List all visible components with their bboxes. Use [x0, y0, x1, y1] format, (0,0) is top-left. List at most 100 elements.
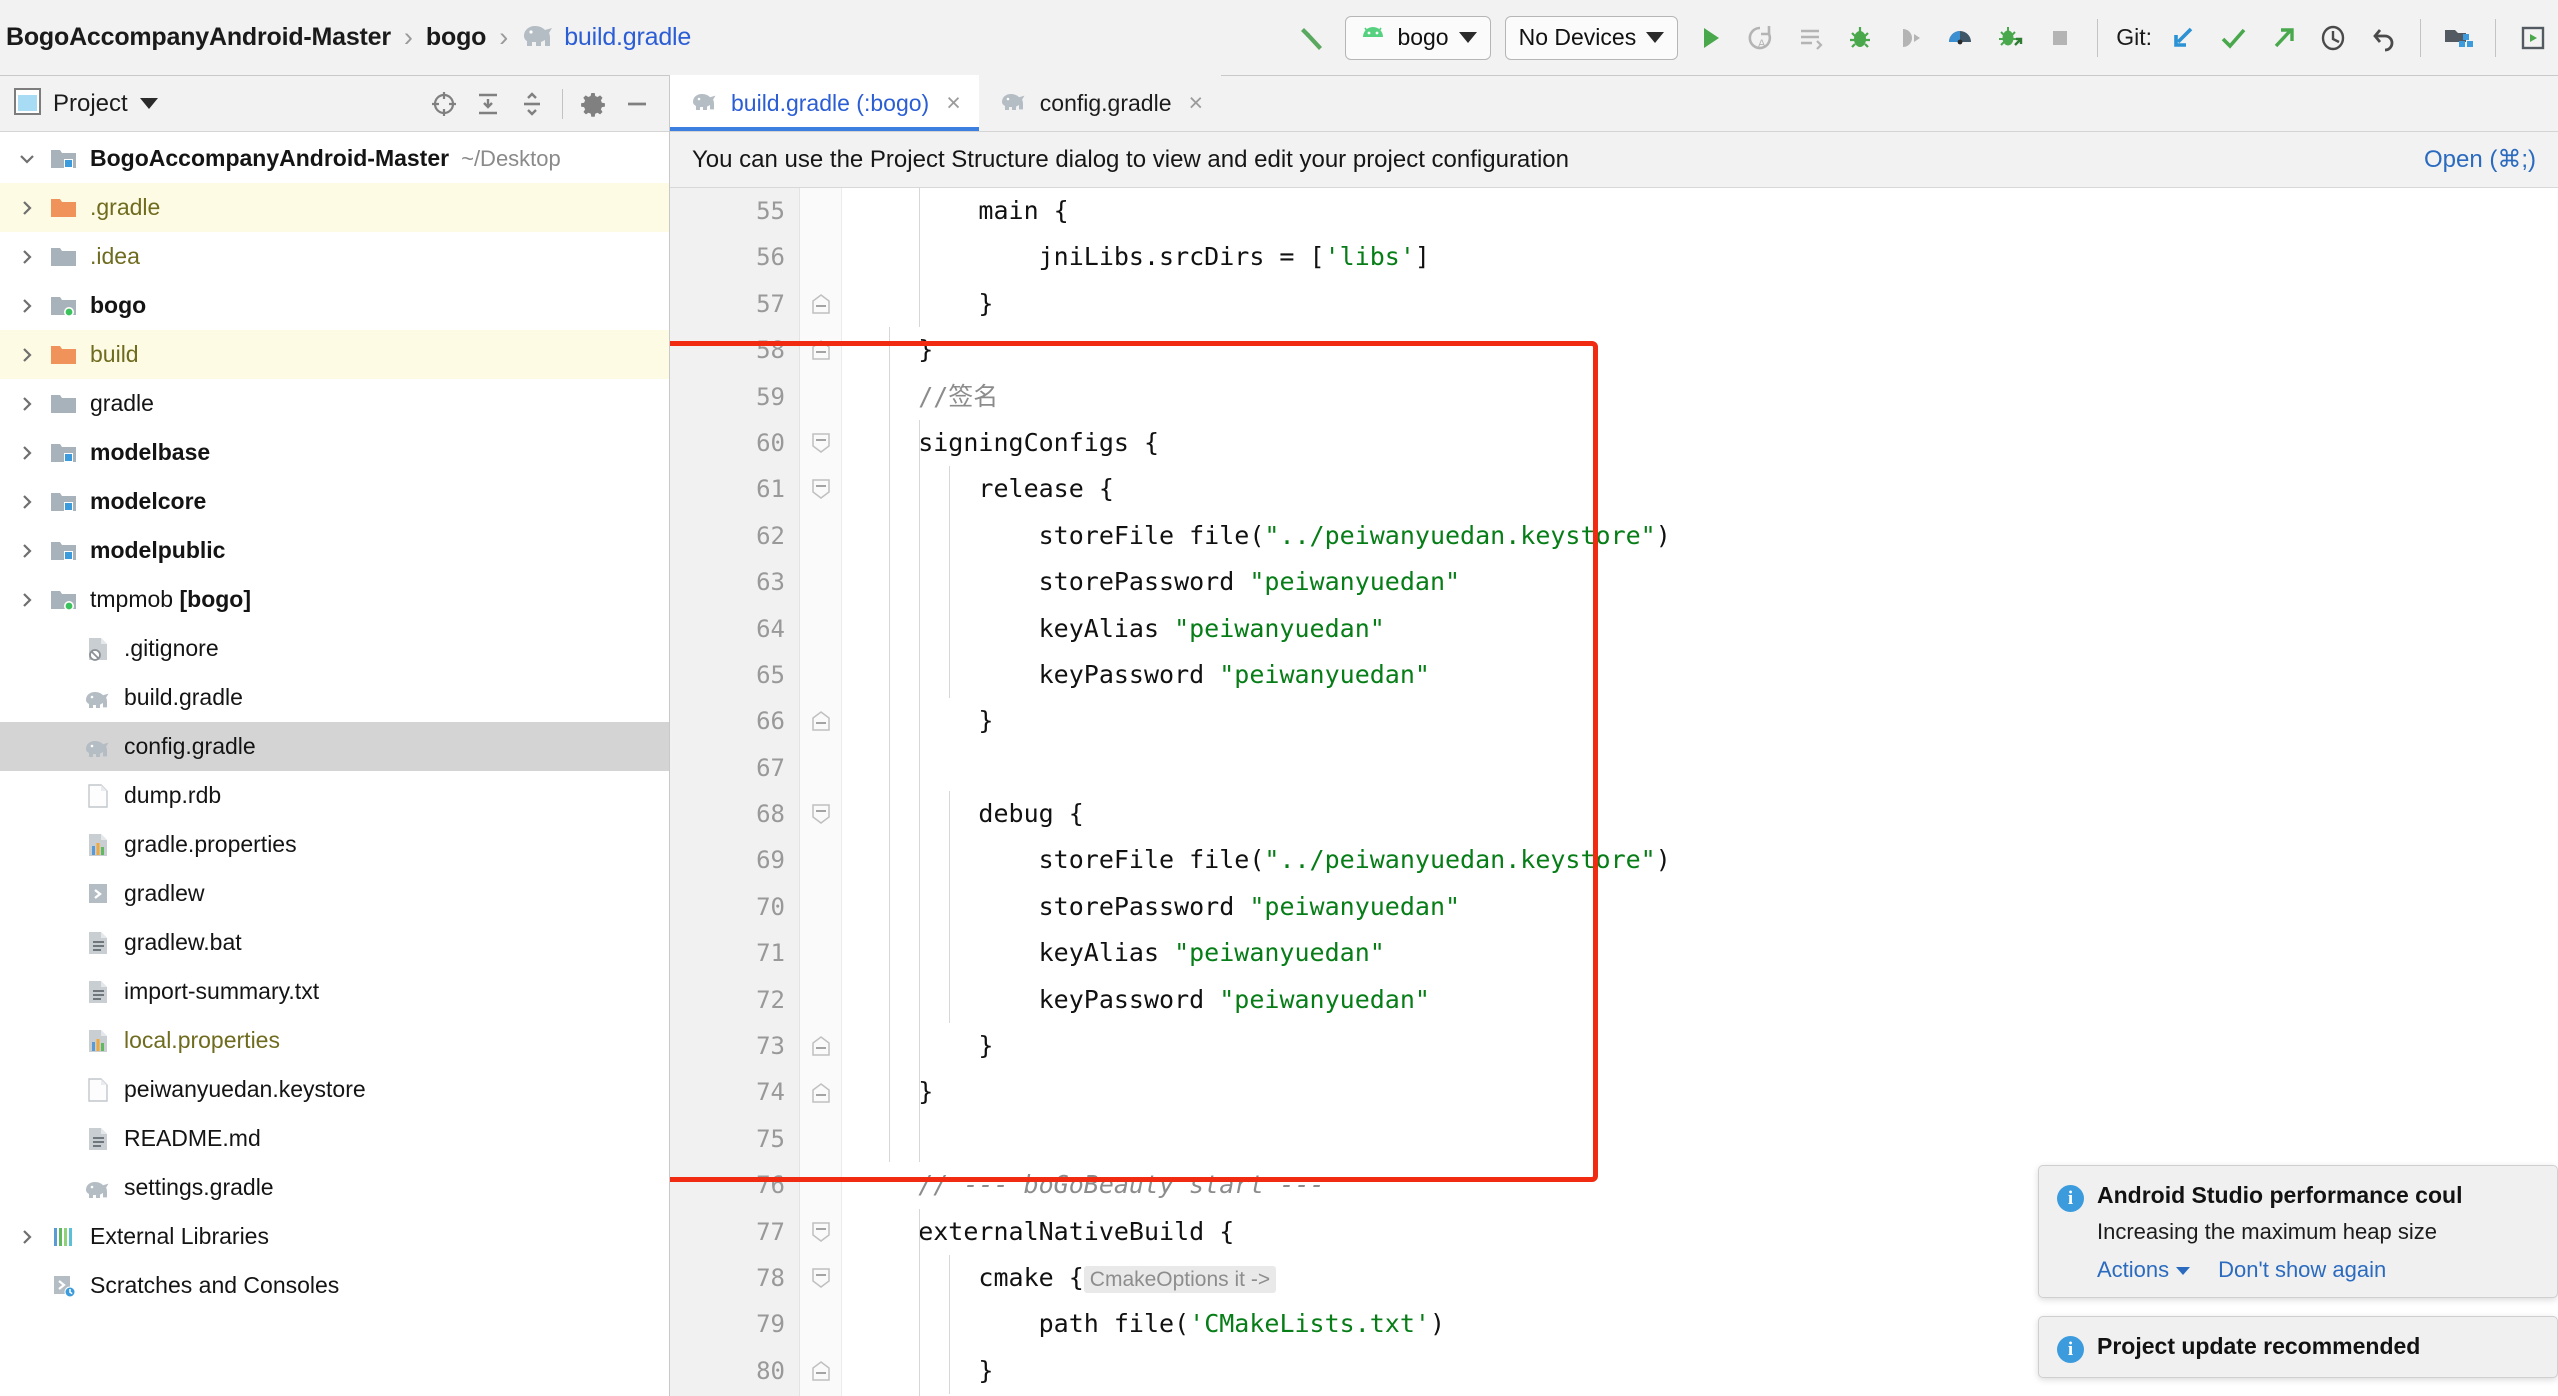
code-line[interactable]: } [858, 281, 2558, 327]
chevron-down-icon[interactable] [139, 98, 158, 109]
fold-start-icon[interactable] [810, 1221, 832, 1243]
update-project-icon[interactable] [2158, 10, 2208, 66]
tree-row[interactable]: gradle [0, 379, 669, 428]
code-line[interactable]: storeFile file("../peiwanyuedan.keystore… [858, 837, 2558, 883]
tree-row[interactable]: BogoAccompanyAndroid-Master ~/Desktop [0, 134, 669, 183]
code-line[interactable] [858, 745, 2558, 791]
code-line[interactable]: } [858, 1069, 2558, 1115]
fold-end-icon[interactable] [810, 293, 832, 315]
fold-end-icon[interactable] [810, 1082, 832, 1104]
code-line[interactable]: keyAlias "peiwanyuedan" [858, 606, 2558, 652]
chevron-right-icon[interactable] [10, 247, 44, 267]
notification-balloon[interactable]: i Android Studio performance coul Increasi… [2038, 1165, 2558, 1298]
close-icon[interactable]: × [946, 90, 961, 116]
code-line[interactable]: debug { [858, 791, 2558, 837]
breadcrumb-project[interactable]: BogoAccompanyAndroid-Master [6, 23, 391, 52]
notification-balloon[interactable]: i Project update recommended [2038, 1316, 2558, 1378]
code-editor[interactable]: 55 56 57 58 59 60 61 62 63 64 65 66 67 68 69 70 71 72 73 74… [670, 188, 2558, 1396]
editor-tabbar[interactable]: build.gradle (:bogo) × config.gradle × [670, 75, 2558, 132]
fold-end-icon[interactable] [810, 1035, 832, 1057]
chevron-right-icon[interactable] [10, 590, 44, 610]
tree-row[interactable]: build [0, 330, 669, 379]
code-line[interactable]: keyAlias "peiwanyuedan" [858, 930, 2558, 976]
tree-row[interactable]: import-summary.txt [0, 967, 669, 1016]
code-line[interactable]: storeFile file("../peiwanyuedan.keystore… [858, 513, 2558, 559]
code-line[interactable] [858, 1116, 2558, 1162]
chevron-right-icon[interactable] [10, 394, 44, 414]
code-line[interactable]: storePassword "peiwanyuedan" [858, 559, 2558, 605]
tree-row[interactable]: tmpmob [bogo] [0, 575, 669, 624]
fold-start-icon[interactable] [810, 1267, 832, 1289]
code-line[interactable]: } [858, 698, 2558, 744]
run-configuration-selector[interactable]: bogo [1345, 15, 1491, 60]
code-line[interactable]: } [858, 1023, 2558, 1069]
apply-code-changes-icon[interactable] [1785, 10, 1835, 66]
tree-row[interactable]: Scratches and Consoles [0, 1261, 669, 1310]
breadcrumb-module[interactable]: bogo [426, 23, 486, 52]
fold-start-icon[interactable] [810, 803, 832, 825]
run-icon[interactable] [1685, 10, 1735, 66]
fold-end-icon[interactable] [810, 710, 832, 732]
tree-row[interactable]: settings.gradle [0, 1163, 669, 1212]
profiler-icon[interactable] [1935, 10, 1985, 66]
hide-panel-icon[interactable] [615, 82, 659, 126]
stop-icon[interactable] [2035, 10, 2085, 66]
history-icon[interactable] [2308, 10, 2358, 66]
expand-all-icon[interactable] [466, 82, 510, 126]
code-line[interactable]: //签名 [858, 374, 2558, 420]
rollback-icon[interactable] [2358, 10, 2408, 66]
project-tree[interactable]: BogoAccompanyAndroid-Master ~/Desktop .gra… [0, 132, 669, 1396]
device-manager-icon[interactable] [2433, 10, 2483, 66]
chevron-down-icon[interactable] [10, 149, 44, 169]
close-icon[interactable]: × [1189, 90, 1204, 116]
chevron-right-icon[interactable] [10, 345, 44, 365]
push-icon[interactable] [2258, 10, 2308, 66]
tree-row[interactable]: bogo [0, 281, 669, 330]
tree-row[interactable]: .idea [0, 232, 669, 281]
tree-row[interactable]: modelbase [0, 428, 669, 477]
notification-action-link[interactable]: Actions [2097, 1257, 2191, 1283]
code-line[interactable]: keyPassword "peiwanyuedan" [858, 977, 2558, 1023]
commit-icon[interactable] [2208, 10, 2258, 66]
fold-start-icon[interactable] [810, 432, 832, 454]
code-line[interactable]: keyPassword "peiwanyuedan" [858, 652, 2558, 698]
tree-row[interactable]: gradlew [0, 869, 669, 918]
device-selector[interactable]: No Devices [1504, 15, 1679, 60]
code-line[interactable]: jniLibs.srcDirs = ['libs'] [858, 234, 2558, 280]
editor-tab[interactable]: config.gradle × [978, 75, 1222, 131]
tree-row[interactable]: peiwanyuedan.keystore [0, 1065, 669, 1114]
tree-row[interactable]: README.md [0, 1114, 669, 1163]
tree-row[interactable]: modelcore [0, 477, 669, 526]
tree-row[interactable]: modelpublic [0, 526, 669, 575]
tree-row[interactable]: gradle.properties [0, 820, 669, 869]
code-folding-column[interactable] [800, 188, 842, 1396]
tree-row[interactable]: gradlew.bat [0, 918, 669, 967]
chevron-right-icon[interactable] [10, 443, 44, 463]
hammer-icon[interactable] [1288, 10, 1338, 66]
tree-row[interactable]: .gitignore [0, 624, 669, 673]
code-line[interactable]: signingConfigs { [858, 420, 2558, 466]
attach-debugger-icon[interactable] [1885, 10, 1935, 66]
tree-row[interactable]: config.gradle [0, 722, 669, 771]
collapse-all-icon[interactable] [510, 82, 554, 126]
code-line[interactable]: release { [858, 466, 2558, 512]
breadcrumb-file[interactable]: build.gradle [564, 23, 691, 52]
tree-row[interactable]: build.gradle [0, 673, 669, 722]
debug-icon[interactable] [1835, 10, 1885, 66]
chevron-right-icon[interactable] [10, 541, 44, 561]
chevron-right-icon[interactable] [10, 198, 44, 218]
project-structure-open-link[interactable]: Open (⌘;) [2424, 145, 2536, 174]
fold-end-icon[interactable] [810, 1360, 832, 1382]
code-line[interactable]: } [858, 327, 2558, 373]
debug-native-icon[interactable] [1985, 10, 2035, 66]
device-file-explorer-icon[interactable] [2508, 10, 2558, 66]
chevron-right-icon[interactable] [10, 296, 44, 316]
settings-gear-icon[interactable] [571, 82, 615, 126]
editor-tab[interactable]: build.gradle (:bogo) × [670, 75, 979, 131]
fold-start-icon[interactable] [810, 478, 832, 500]
fold-end-icon[interactable] [810, 339, 832, 361]
chevron-right-icon[interactable] [10, 492, 44, 512]
tree-row[interactable]: External Libraries [0, 1212, 669, 1261]
chevron-right-icon[interactable] [10, 1227, 44, 1247]
tree-row[interactable]: local.properties [0, 1016, 669, 1065]
